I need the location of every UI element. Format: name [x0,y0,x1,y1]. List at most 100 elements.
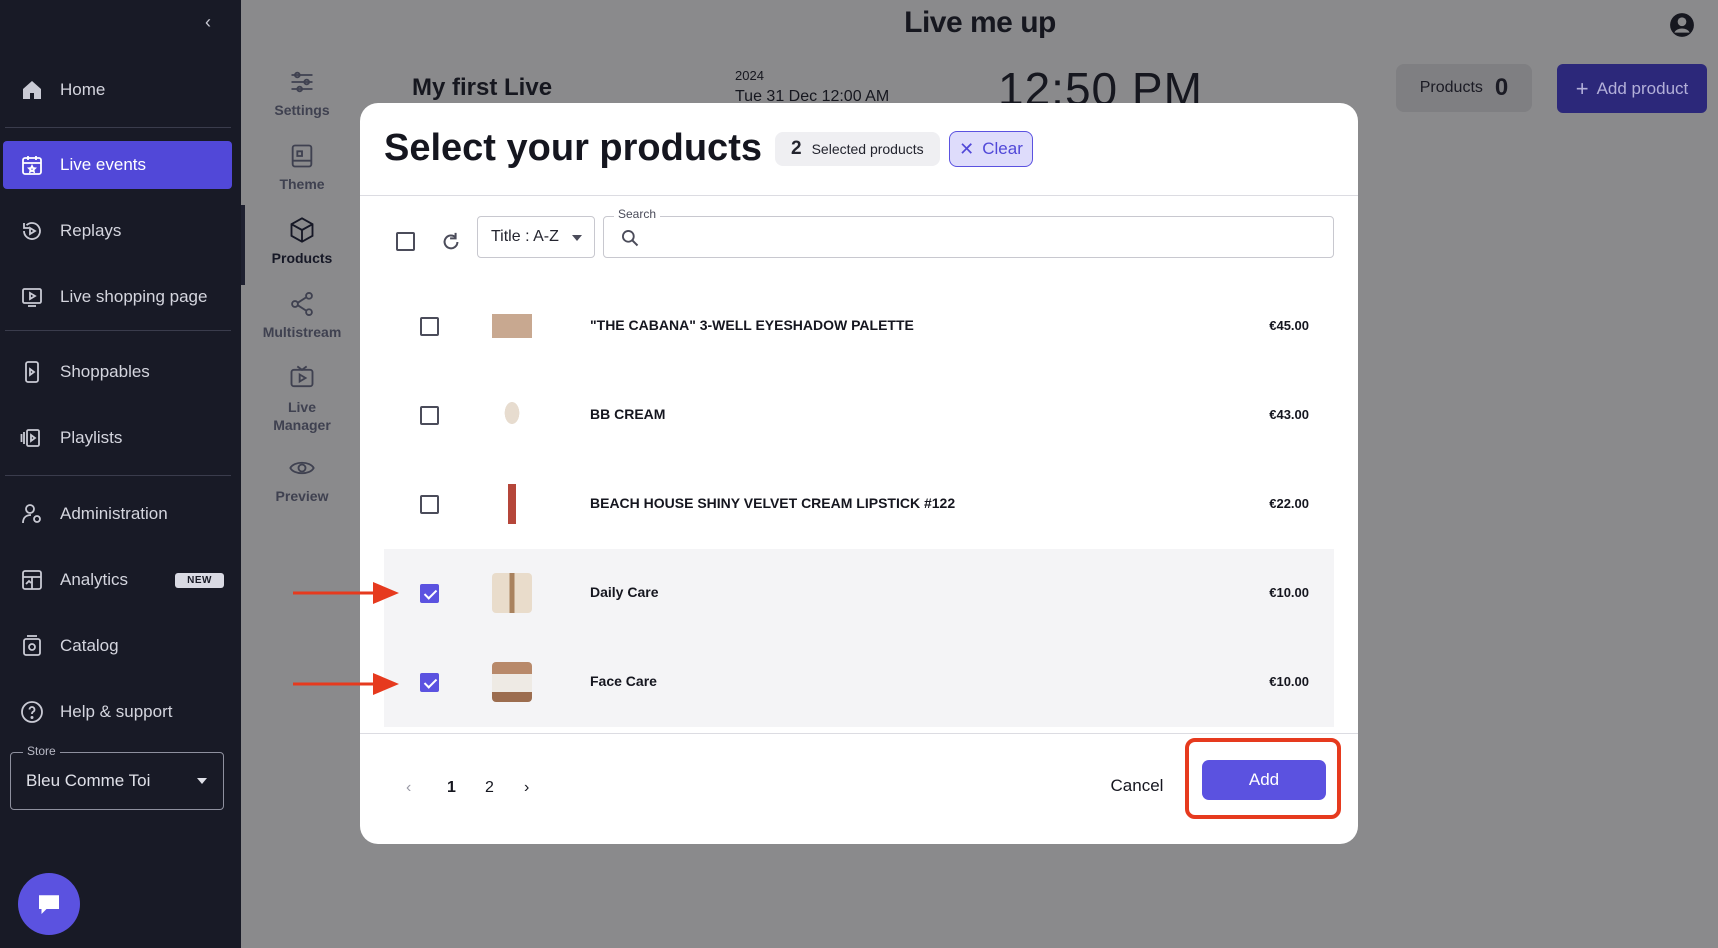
rail-item-theme[interactable]: Theme [241,142,363,192]
product-row[interactable]: BB CREAM €43.00 [384,371,1334,460]
sidebar-item-shoppables[interactable]: Shoppables [3,348,232,396]
sidebar-item-label: Live events [60,155,146,174]
cancel-button[interactable]: Cancel [1097,769,1177,803]
add-product-label: Add product [1596,78,1689,98]
refresh-icon[interactable] [440,231,462,253]
analytics-icon [19,567,45,593]
rail-item-multistream[interactable]: Multistream [241,290,363,340]
products-count-label: Products [1419,79,1483,96]
product-checkbox[interactable] [420,584,439,603]
add-product-button[interactable]: + Add product [1557,64,1707,113]
new-badge: NEW [175,572,224,588]
sidebar-item-label: Administration [60,504,168,523]
close-icon: ✕ [959,138,975,159]
sidebar-item-playlists[interactable]: Playlists [3,414,232,462]
rail-item-settings[interactable]: Settings [241,68,363,118]
collapse-sidebar-icon[interactable]: ‹ [198,12,218,32]
product-price: €45.00 [1269,318,1309,333]
product-thumbnail [492,662,532,702]
product-price: €22.00 [1269,496,1309,511]
sidebar-item-label: Playlists [60,428,123,447]
live-year: 2024 [735,68,764,83]
theme-icon [291,144,313,168]
screen-play-icon [19,284,45,310]
user-settings-icon [19,501,45,527]
store-select[interactable]: Store Bleu Comme Toi [10,744,224,810]
rail-item-preview[interactable]: Preview [241,454,363,504]
sidebar: ‹ Home Live events Replays Live shopping… [0,0,241,948]
arrow-annotation [293,673,399,695]
add-button-highlight [1185,738,1341,819]
product-thumbnail [492,306,532,346]
sidebar-divider [5,475,231,476]
modal-divider [360,195,1358,196]
product-row[interactable]: Face Care €10.00 [384,638,1334,727]
product-row[interactable]: BEACH HOUSE SHINY VELVET CREAM LIPSTICK … [384,460,1334,549]
clear-label: Clear [982,139,1023,158]
rail-item-products[interactable]: Products [241,216,363,266]
page-2-button[interactable]: 2 [485,779,494,797]
search-label: Search [614,207,661,221]
sidebar-item-home[interactable]: Home [3,66,232,114]
product-name: Daily Care [590,584,659,600]
live-title: My first Live [412,74,553,101]
chevron-right-icon[interactable]: › [524,779,529,797]
eye-icon [289,461,315,475]
chevron-down-icon [572,235,582,241]
product-price: €10.00 [1269,674,1309,689]
store-label: Store [23,744,60,758]
product-thumbnail [492,395,532,435]
selected-products-chip: 2 Selected products [775,132,940,166]
search-input[interactable] [650,223,1320,251]
product-row[interactable]: "THE CABANA" 3-WELL EYESHADOW PALETTE €4… [384,282,1334,371]
sidebar-item-administration[interactable]: Administration [3,490,232,538]
rail-item-label: Theme [279,176,325,192]
sort-select[interactable]: Title : A-Z [477,216,595,258]
rail-item-label: Settings [274,102,330,118]
account-icon[interactable] [1669,12,1695,38]
product-name: BEACH HOUSE SHINY VELVET CREAM LIPSTICK … [590,495,956,511]
help-icon [19,699,45,725]
calendar-star-icon [19,152,45,178]
arrow-annotation [293,582,399,604]
search-field[interactable]: Search [603,207,1334,258]
page-1-button[interactable]: 1 [447,779,456,797]
product-checkbox[interactable] [420,673,439,692]
sidebar-item-label: Live shopping page [60,287,208,306]
product-row[interactable]: Daily Care €10.00 [384,549,1334,638]
product-checkbox[interactable] [420,317,439,336]
selected-label: Selected products [811,141,924,157]
sliders-icon [291,71,313,93]
home-icon [19,77,45,103]
app-logo: Live me up [904,6,1056,39]
product-checkbox[interactable] [420,406,439,425]
product-checkbox[interactable] [420,495,439,514]
selected-count: 2 [791,138,802,159]
rail-item-live-manager[interactable]: Live Manager [241,364,363,434]
sidebar-item-catalog[interactable]: Catalog [3,622,232,670]
product-name: "THE CABANA" 3-WELL EYESHADOW PALETTE [590,317,914,333]
sidebar-item-replays[interactable]: Replays [3,207,232,255]
tv-play-icon [290,365,314,388]
rail-item-label: Products [271,250,333,266]
sidebar-item-label: Shoppables [60,362,150,381]
select-all-checkbox[interactable] [396,232,415,251]
plus-icon: + [1575,75,1589,101]
product-name: BB CREAM [590,406,666,422]
rail-active-indicator [241,205,245,285]
chat-button[interactable] [18,873,80,935]
sidebar-item-label: Replays [60,221,122,240]
sidebar-item-label: Home [60,80,106,99]
sidebar-item-label: Catalog [60,636,119,655]
sidebar-item-help-support[interactable]: Help & support [3,688,232,736]
modal-title: Select your products [384,127,762,169]
editor-rail: Settings Theme Products Multistream Live… [241,0,363,948]
sidebar-item-live-shopping-page[interactable]: Live shopping page [3,273,232,321]
sidebar-item-analytics[interactable]: Analytics NEW [3,556,232,604]
share-icon [291,291,313,317]
sidebar-item-live-events[interactable]: Live events [3,141,232,189]
phone-play-icon [19,359,45,385]
rail-item-label: Multistream [262,324,342,340]
clear-button[interactable]: ✕ Clear [949,131,1033,167]
chevron-left-icon[interactable]: ‹ [406,779,411,797]
